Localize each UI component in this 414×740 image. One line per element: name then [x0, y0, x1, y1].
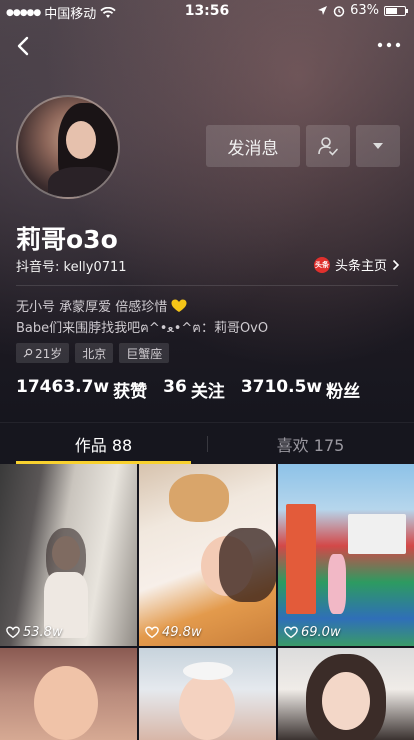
video-likes: 49.8w — [145, 625, 202, 640]
stat-followers-label: 粉丝 — [326, 382, 361, 402]
profile-stats: 17463.7w 获赞 36 关注 3710.5w 粉丝 — [16, 377, 360, 402]
thumbnail-hair — [219, 528, 276, 602]
heart-outline-icon — [145, 626, 159, 639]
tab-works[interactable]: 作品 88 — [0, 423, 207, 465]
douyin-id: 抖音号: kelly0711 — [16, 260, 127, 275]
battery-icon — [384, 5, 408, 16]
video-likes: 53.8w — [6, 625, 63, 640]
video-thumbnail[interactable]: 49.8w — [139, 464, 276, 646]
avatar[interactable] — [16, 95, 120, 199]
alarm-icon — [333, 5, 345, 17]
caret-down-icon — [373, 143, 383, 149]
recommend-dropdown-button[interactable] — [356, 125, 400, 167]
content-tabs: 作品 88 喜欢 175 — [0, 422, 414, 465]
tag-age: 21岁 — [16, 343, 70, 363]
user-check-icon — [318, 137, 338, 156]
yellow-heart-icon — [171, 299, 187, 312]
video-likes-count: 69.0w — [301, 625, 341, 640]
video-thumbnail[interactable]: 53.8w — [0, 464, 137, 646]
tag-zodiac: 巨蟹座 — [119, 343, 170, 363]
profile-nickname: 莉哥o3o — [16, 225, 118, 254]
thumbnail-person — [328, 554, 346, 614]
video-thumbnail[interactable] — [278, 648, 414, 740]
stat-followers-value: 3710.5w — [240, 377, 323, 397]
avatar-face — [66, 121, 96, 159]
gender-female-icon — [23, 348, 33, 358]
tag-age-label: 21岁 — [35, 346, 63, 361]
followed-button[interactable] — [306, 125, 350, 167]
heart-outline-icon — [284, 626, 298, 639]
bio-line-2: Babe们来围脖找我吧ฅ^•ﻌ•^ฅ：莉哥OvO — [16, 321, 269, 336]
thumbnail-sign-block — [286, 504, 316, 614]
bio-line-1-text: 无小号 承蒙厚爱 倍感珍惜 — [16, 300, 168, 315]
divider — [16, 285, 398, 286]
thumbnail-headband — [183, 662, 233, 680]
video-likes-count: 53.8w — [23, 625, 63, 640]
thumbnail-face — [322, 672, 370, 730]
stat-following-value: 36 — [163, 377, 187, 397]
chevron-left-icon[interactable] — [12, 34, 36, 58]
video-likes: 69.0w — [284, 625, 341, 640]
tab-likes[interactable]: 喜欢 175 — [207, 423, 414, 465]
stat-likes-value: 17463.7w — [16, 377, 110, 397]
toutiao-badge-icon: 头条 — [313, 256, 330, 273]
bio-line-1: 无小号 承蒙厚爱 倍感珍惜 — [16, 296, 187, 315]
stat-likes-label: 获赞 — [113, 382, 148, 402]
video-thumbnail[interactable]: 69.0w — [278, 464, 414, 646]
stat-likes-received[interactable]: 17463.7w 获赞 — [16, 377, 147, 402]
toutiao-homepage-link[interactable]: 头条 头条主页 — [313, 255, 400, 274]
heart-outline-icon — [6, 626, 20, 639]
toutiao-link-label: 头条主页 — [334, 259, 387, 274]
status-bar-right: 63% — [317, 3, 408, 18]
more-dots-icon[interactable] — [376, 38, 402, 52]
profile-tags: 21岁 北京 巨蟹座 — [16, 343, 170, 363]
video-likes-count: 49.8w — [162, 625, 202, 640]
stat-following[interactable]: 36 关注 — [163, 377, 225, 402]
tag-city: 北京 — [75, 343, 114, 363]
chevron-right-icon — [392, 259, 400, 270]
location-arrow-icon — [318, 6, 328, 15]
thumbnail-face — [34, 666, 98, 740]
thumbnail-face — [179, 674, 235, 740]
thumbnail-sign-block — [348, 514, 406, 554]
stat-following-label: 关注 — [190, 382, 225, 402]
send-message-button[interactable]: 发消息 — [206, 125, 300, 167]
video-thumbnail[interactable] — [0, 648, 137, 740]
status-bar: ●●●●● 中国移动 13:56 63% — [0, 0, 414, 22]
avatar-body — [48, 167, 118, 197]
thumbnail-dog — [169, 474, 229, 522]
battery-percent: 63% — [350, 3, 379, 18]
stat-followers[interactable]: 3710.5w 粉丝 — [241, 377, 360, 402]
video-thumbnail[interactable] — [139, 648, 276, 740]
